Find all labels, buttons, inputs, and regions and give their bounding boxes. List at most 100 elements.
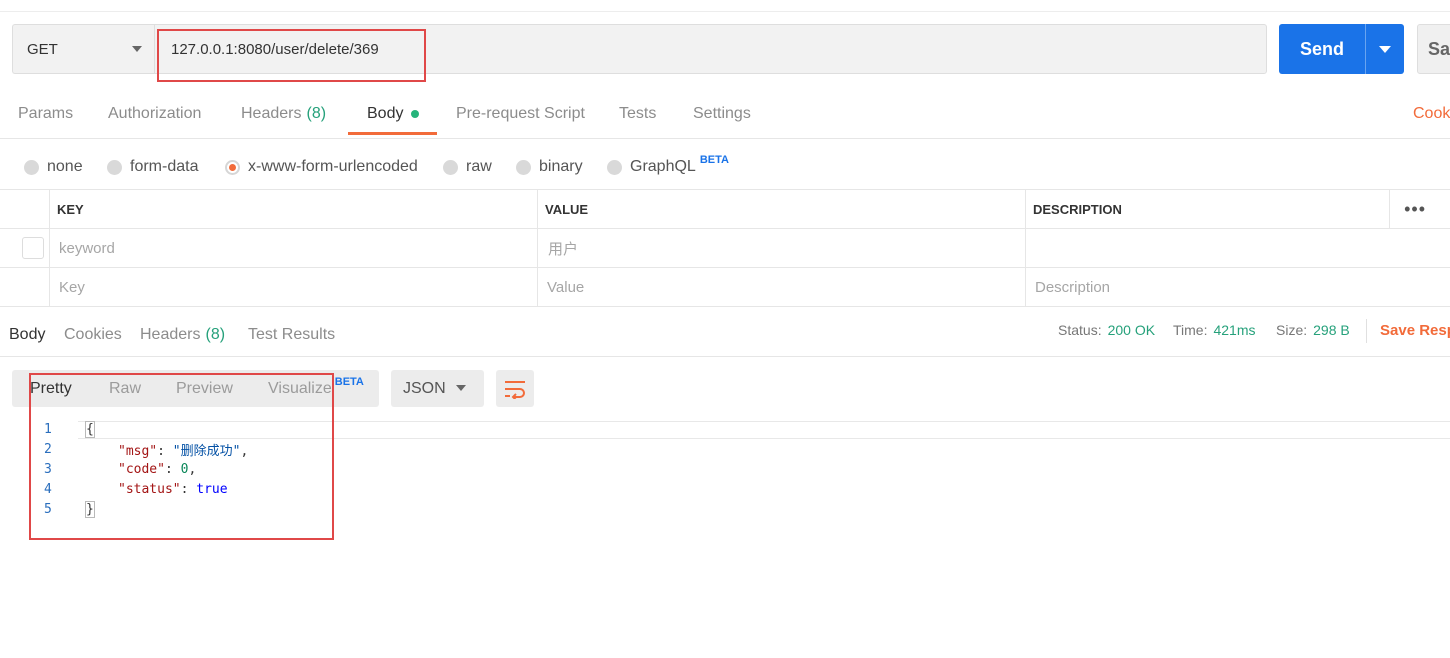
view-preview[interactable]: Preview xyxy=(176,370,233,407)
radio-selected-icon xyxy=(225,159,240,175)
column-divider xyxy=(1389,190,1390,228)
response-tab-test-results-label: Test Results xyxy=(248,326,336,343)
table-header-row: KEY VALUE DESCRIPTION ••• xyxy=(0,190,1450,229)
tab-params[interactable]: Params xyxy=(18,89,73,139)
json-key: "status" xyxy=(118,481,181,497)
tab-authorization[interactable]: Authorization xyxy=(108,89,201,139)
column-divider xyxy=(1025,229,1026,267)
size-readout: Size: 298 B xyxy=(1276,313,1350,347)
tab-body-label: Body xyxy=(367,105,404,122)
time-readout: Time: 421ms xyxy=(1173,313,1256,347)
status-value: 200 OK xyxy=(1107,322,1156,338)
column-description-header: DESCRIPTION xyxy=(1033,201,1122,217)
radio-form-data[interactable]: form-data xyxy=(107,148,198,186)
tab-headers-label: Headers xyxy=(241,105,302,122)
radio-form-data-label: form-data xyxy=(130,158,199,175)
view-visualize[interactable]: Visualize BETA xyxy=(268,370,364,407)
new-description-input[interactable]: Description xyxy=(1027,268,1110,306)
cookies-link[interactable]: Cook xyxy=(1413,89,1450,139)
radio-binary[interactable]: binary xyxy=(516,148,583,186)
close-brace: } xyxy=(85,500,95,518)
response-tab-body-label: Body xyxy=(9,326,46,343)
view-visualize-label: Visualize xyxy=(268,379,332,397)
time-value: 421ms xyxy=(1213,322,1256,338)
chevron-down-icon xyxy=(132,46,142,52)
response-tab-headers[interactable]: Headers (8) xyxy=(140,313,225,357)
view-mode-group: Pretty Raw Preview Visualize BETA xyxy=(12,370,379,407)
size-value: 298 B xyxy=(1313,322,1350,338)
format-select[interactable]: JSON xyxy=(391,370,484,407)
radio-binary-label: binary xyxy=(539,158,583,175)
wrap-lines-button[interactable] xyxy=(496,370,534,407)
view-raw-label: Raw xyxy=(109,379,142,397)
column-key-header: KEY xyxy=(57,201,84,217)
radio-raw-label: raw xyxy=(466,158,492,175)
code-text: "code": 0, xyxy=(118,461,197,477)
send-button[interactable]: Send xyxy=(1279,24,1404,74)
active-line-highlight xyxy=(78,421,1450,439)
wrap-lines-icon xyxy=(505,380,525,399)
more-options-icon[interactable]: ••• xyxy=(1404,190,1426,228)
send-options-chevron-icon[interactable] xyxy=(1379,46,1391,53)
new-key-input[interactable]: Key xyxy=(51,268,85,306)
response-tab-cookies-label: Cookies xyxy=(64,326,122,343)
view-pretty-label: Pretty xyxy=(30,379,72,397)
json-key: "code" xyxy=(118,461,165,477)
tab-tests-label: Tests xyxy=(619,105,657,122)
cookies-link-label: Cook xyxy=(1413,105,1450,122)
column-value-header: VALUE xyxy=(545,201,589,217)
code-text: "status": true xyxy=(118,481,228,497)
response-tab-headers-label: Headers xyxy=(140,326,201,343)
column-divider xyxy=(1025,268,1026,306)
tab-settings-label: Settings xyxy=(693,105,751,122)
view-pretty[interactable]: Pretty xyxy=(30,370,72,407)
radio-urlencoded-label: x-www-form-urlencoded xyxy=(248,158,418,175)
time-label: Time: xyxy=(1173,322,1208,338)
view-raw[interactable]: Raw xyxy=(109,370,141,407)
radio-graphql[interactable]: GraphQL BETA xyxy=(607,148,729,186)
radio-urlencoded[interactable]: x-www-form-urlencoded xyxy=(225,148,418,186)
url-input[interactable]: 127.0.0.1:8080/user/delete/369 xyxy=(154,24,1267,74)
active-tab-underline xyxy=(348,132,437,135)
send-divider xyxy=(1365,24,1366,74)
code-text: } xyxy=(85,500,95,518)
size-label: Size: xyxy=(1276,322,1308,338)
status-label: Status: xyxy=(1058,322,1102,338)
status-divider xyxy=(1366,319,1367,343)
format-label: JSON xyxy=(403,379,446,397)
column-divider xyxy=(49,268,50,306)
params-table: KEY VALUE DESCRIPTION ••• keyword 用户 Key… xyxy=(0,189,1450,307)
tab-authorization-label: Authorization xyxy=(108,105,202,122)
tab-params-label: Params xyxy=(18,105,74,122)
json-string-value: "删除成功" xyxy=(172,443,241,459)
tab-pre-request-script[interactable]: Pre-request Script xyxy=(456,89,585,139)
response-tab-cookies[interactable]: Cookies xyxy=(64,313,122,357)
save-button[interactable]: Sav xyxy=(1417,24,1450,74)
row-key-input[interactable]: keyword xyxy=(51,229,115,267)
tab-tests[interactable]: Tests xyxy=(619,89,656,139)
body-indicator-dot-icon xyxy=(411,110,420,118)
new-value-input[interactable]: Value xyxy=(539,268,584,306)
json-key: "msg" xyxy=(118,443,158,459)
row-description-input[interactable] xyxy=(1027,229,1035,267)
tab-settings[interactable]: Settings xyxy=(693,89,751,139)
radio-none[interactable]: none xyxy=(24,148,83,186)
column-divider xyxy=(49,229,50,267)
method-select[interactable]: GET xyxy=(12,24,154,74)
code-text: "msg": "删除成功", xyxy=(118,443,249,459)
chevron-down-icon xyxy=(456,385,466,391)
line-number: 1 xyxy=(44,421,52,437)
tab-headers[interactable]: Headers (8) xyxy=(241,89,326,139)
row-value-input[interactable]: 用户 xyxy=(540,229,578,267)
row-checkbox[interactable] xyxy=(22,237,44,259)
method-label: GET xyxy=(27,40,58,58)
response-tab-test-results[interactable]: Test Results xyxy=(248,313,335,357)
column-divider xyxy=(537,229,538,267)
body-type-radios: none form-data x-www-form-urlencoded raw… xyxy=(0,148,1450,188)
response-tab-body[interactable]: Body xyxy=(9,313,45,357)
save-response-button[interactable]: Save Resp xyxy=(1380,313,1450,347)
save-label: Sav xyxy=(1428,38,1450,59)
column-divider xyxy=(537,268,538,306)
radio-raw[interactable]: raw xyxy=(443,148,492,186)
table-row: keyword 用户 xyxy=(0,229,1450,268)
